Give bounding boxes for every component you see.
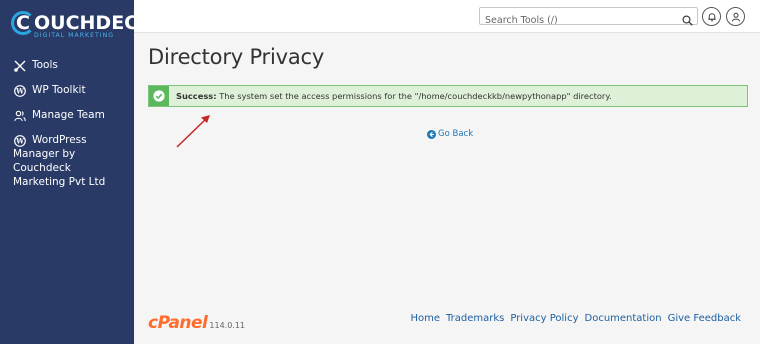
svg-text:W: W — [15, 86, 24, 95]
sidebar-item-label: WP Toolkit — [32, 84, 86, 96]
footer-links: Home Trademarks Privacy Policy Documenta… — [410, 313, 741, 324]
arrow-left-circle-icon — [427, 129, 436, 139]
success-alert: Success: The system set the access permi… — [148, 85, 748, 107]
sidebar-item-wordpress-manager[interactable]: W WordPress Manager by Couchdeck Marketi… — [0, 133, 134, 189]
wordpress-icon: W — [13, 84, 26, 97]
annotation-arrow — [176, 115, 210, 148]
tools-icon — [13, 59, 26, 72]
cpanel-version: 114.0.11 — [209, 321, 246, 330]
sidebar-item-label: Tools — [32, 59, 58, 71]
footer-link-documentation[interactable]: Documentation — [585, 313, 662, 324]
brand-logo[interactable]: C OUCHDECK DIGITAL MARKETING — [11, 11, 153, 42]
user-menu-button[interactable] — [726, 7, 745, 26]
search-input[interactable] — [480, 12, 670, 29]
search-icon[interactable] — [682, 11, 693, 26]
top-bar — [134, 0, 760, 33]
search-box — [479, 7, 698, 29]
user-icon — [731, 7, 741, 26]
footer-link-give-feedback[interactable]: Give Feedback — [668, 313, 741, 324]
footer-link-privacy-policy[interactable]: Privacy Policy — [510, 313, 578, 324]
cpanel-logo: cPanel 114.0.11 — [148, 313, 245, 333]
wordpress-icon: W — [13, 134, 26, 147]
team-icon — [13, 109, 26, 122]
go-back-label: Go Back — [438, 129, 474, 139]
footer-link-home[interactable]: Home — [410, 313, 440, 324]
alert-label: Success: — [176, 91, 217, 101]
sidebar-item-label: Manage Team — [32, 109, 105, 121]
sidebar-nav: Tools W WP Toolkit Manage Team W WordPre… — [0, 58, 134, 189]
cpanel-wordmark: cPanel — [148, 313, 208, 333]
alert-message: The system set the access permissions fo… — [219, 91, 612, 101]
check-circle-icon — [153, 87, 165, 106]
sidebar-item-wp-toolkit[interactable]: W WP Toolkit — [0, 83, 134, 108]
sidebar-item-label-continued: Manager by Couchdeck Marketing Pvt Ltd — [13, 148, 106, 188]
page-title: Directory Privacy — [148, 45, 325, 69]
footer-link-trademarks[interactable]: Trademarks — [446, 313, 504, 324]
svg-text:W: W — [15, 136, 24, 145]
logo-tagline: DIGITAL MARKETING — [34, 32, 115, 39]
sidebar: C OUCHDECK DIGITAL MARKETING Tools W WP T… — [0, 0, 153, 344]
sidebar-item-label: WordPress — [32, 134, 87, 146]
bell-icon — [707, 7, 717, 26]
notifications-button[interactable] — [702, 7, 721, 26]
main-content: Directory Privacy Success: The system se… — [134, 33, 760, 344]
logo-initial: C — [16, 12, 30, 34]
sidebar-item-manage-team[interactable]: Manage Team — [0, 108, 134, 133]
sidebar-item-tools[interactable]: Tools — [0, 58, 134, 83]
go-back-link[interactable]: Go Back — [427, 129, 473, 139]
